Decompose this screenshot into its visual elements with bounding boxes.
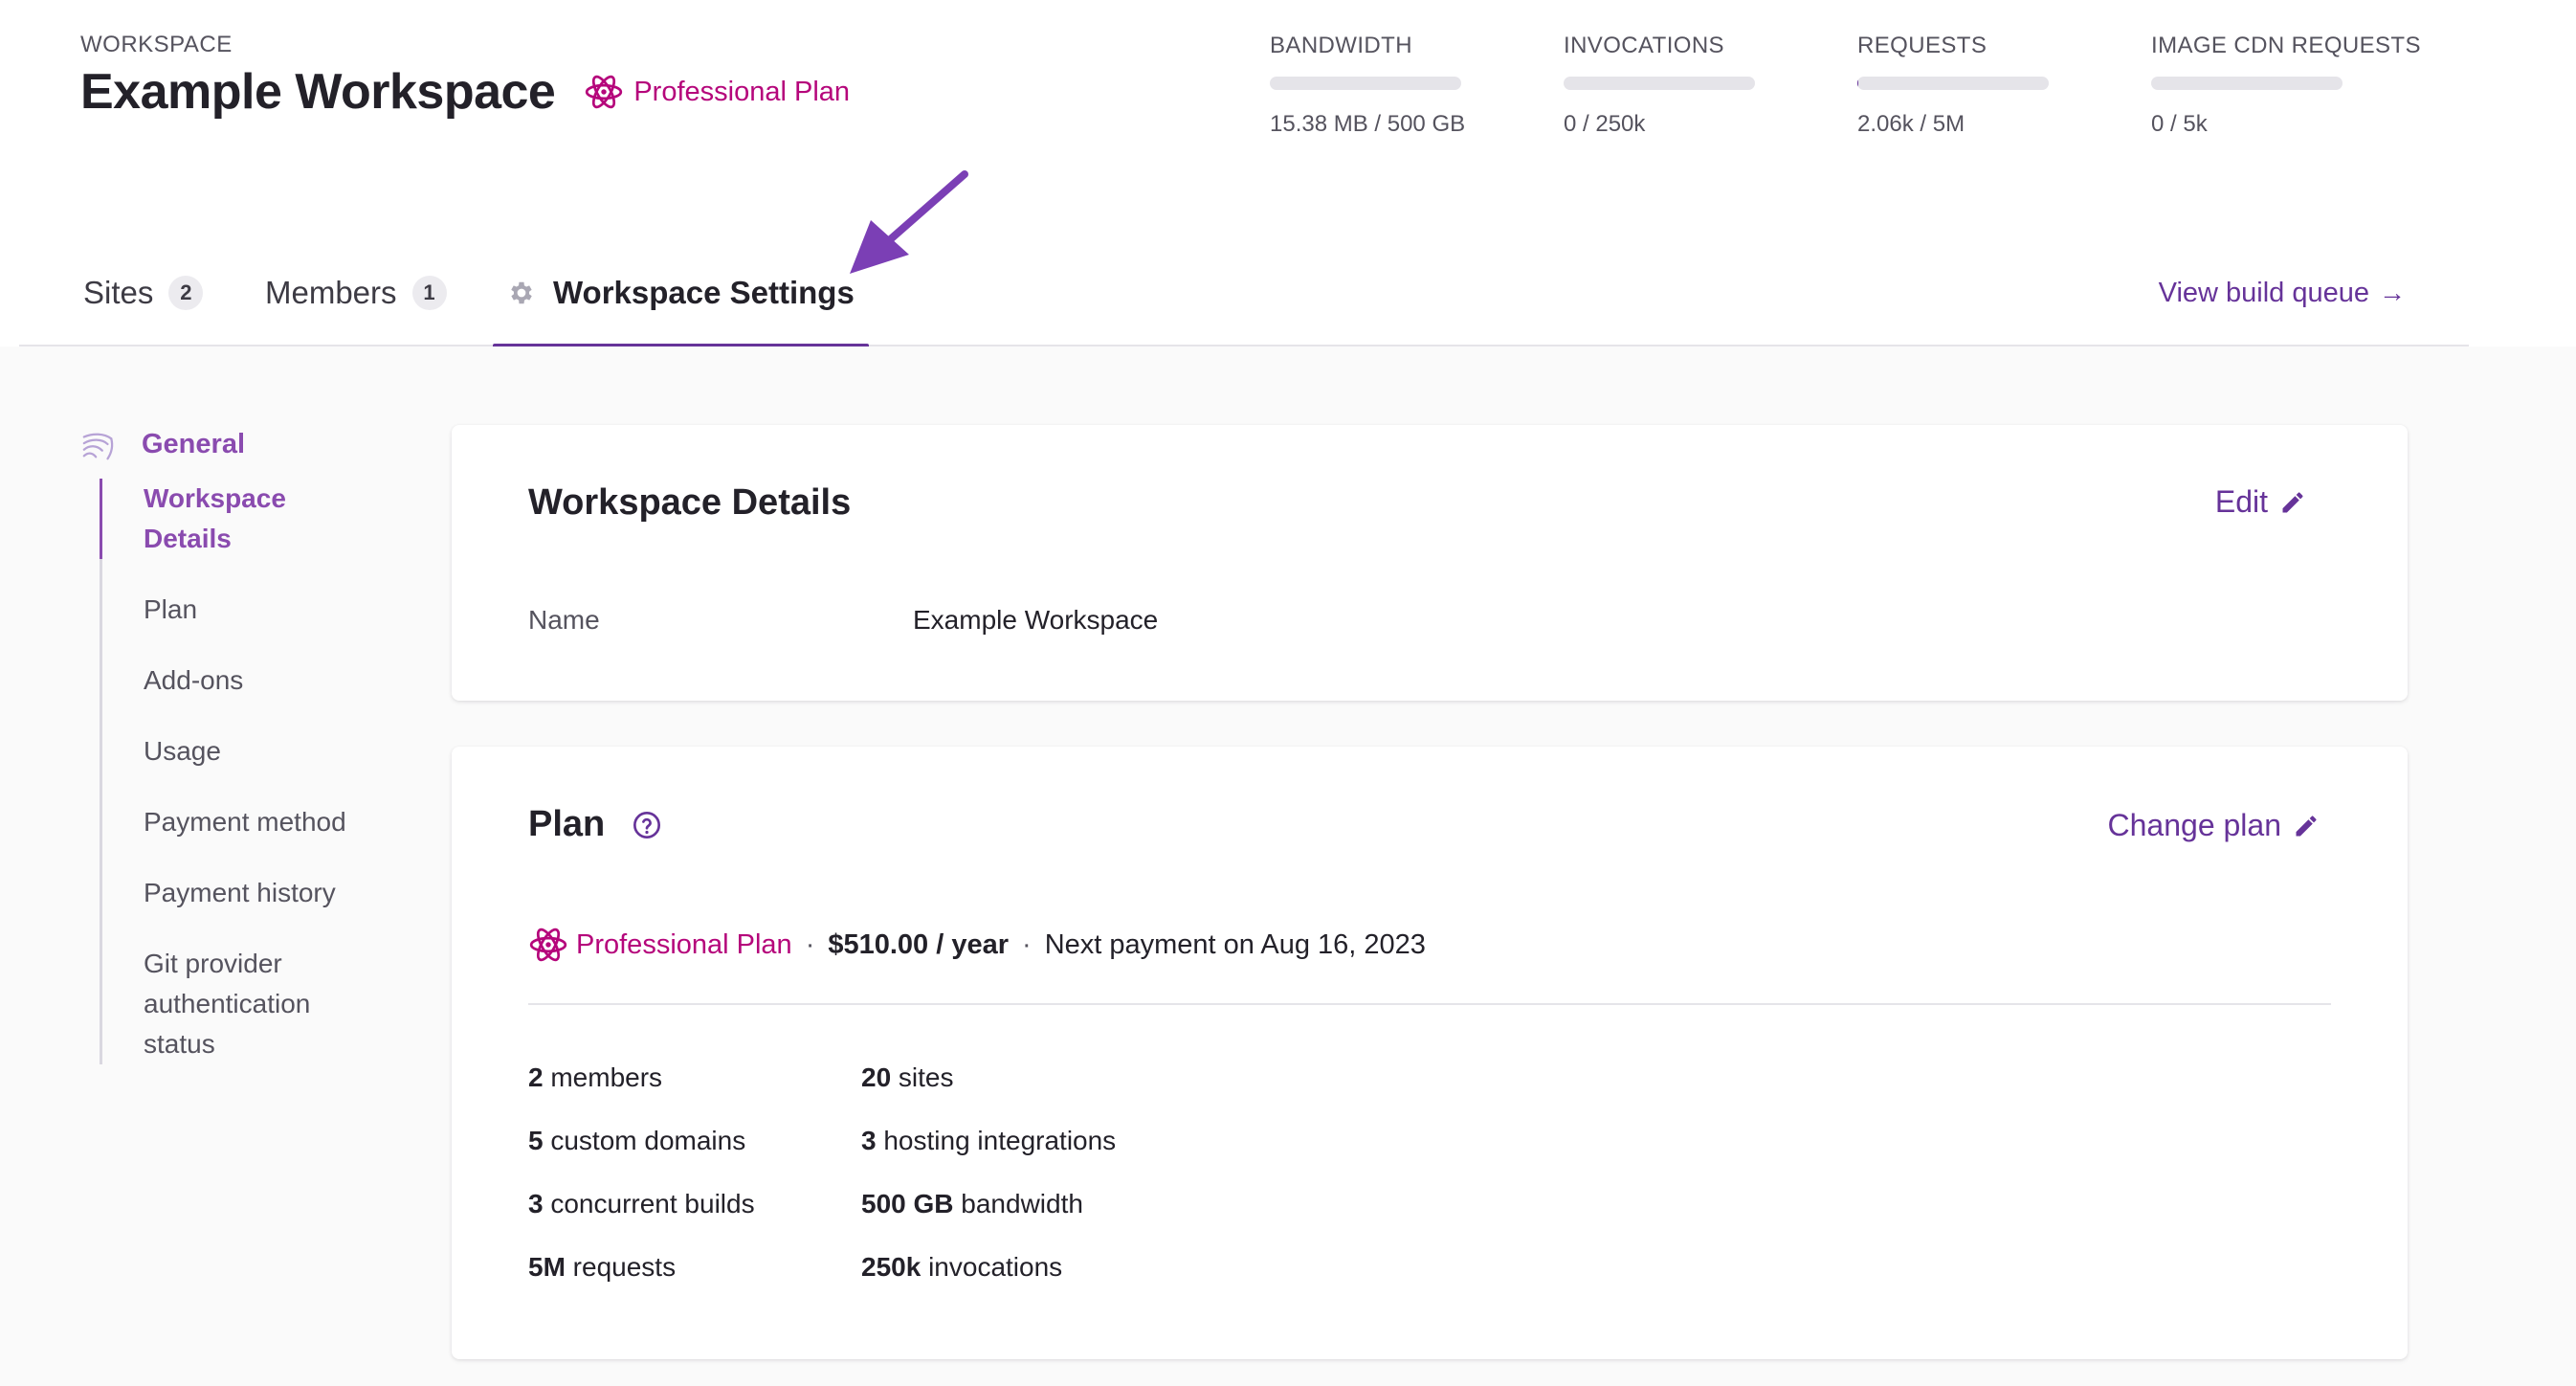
tab-bar: Sites 2 Members 1 Workspace Settings Vie… [19, 239, 2469, 348]
tab-members[interactable]: Members 1 [265, 239, 447, 346]
usage-value: 15.38 MB / 500 GB [1270, 111, 1466, 137]
pencil-icon [2282, 491, 2303, 512]
next-payment: Next payment on Aug 16, 2023 [1044, 928, 1426, 960]
plan-feature-invocations: 250k invocations [861, 1252, 1062, 1283]
plan-badge-label: Professional Plan [633, 76, 851, 107]
feature-text: concurrent builds [543, 1189, 755, 1218]
arrow-right-icon: → [2379, 278, 2406, 307]
name-field-value: Example Workspace [913, 605, 1159, 635]
usage-bar [1857, 77, 2049, 90]
tab-label: Members [265, 275, 397, 310]
card-title-text: Plan [528, 804, 606, 844]
feature-number: 3 [861, 1126, 877, 1155]
sidenav-list: Workspace Details Plan Add-ons Usage Pay… [100, 479, 406, 1064]
separator-dot: · [1022, 928, 1032, 960]
workspace-details-card: Workspace Details Edit Name Example Work… [452, 425, 2408, 701]
change-plan-label: Change plan [2107, 808, 2281, 842]
plan-feature-members: 2 members [528, 1062, 662, 1093]
view-build-queue-link[interactable]: View build queue → [2159, 239, 2406, 346]
tab-workspace-settings[interactable]: Workspace Settings [493, 239, 869, 348]
sidenav-section-general[interactable]: General [80, 423, 406, 465]
sidenav-section-label: General [142, 428, 245, 459]
sidenav-item-payment-method[interactable]: Payment method [102, 802, 406, 842]
feature-text: sites [891, 1062, 954, 1092]
tab-count-badge: 1 [411, 276, 447, 310]
sidenav-item-add-ons[interactable]: Add-ons [102, 660, 406, 701]
feature-number: 5 [528, 1126, 544, 1155]
feature-text: requests [565, 1252, 677, 1282]
name-field-label: Name [528, 605, 600, 635]
usage-value: 2.06k / 5M [1857, 111, 1965, 137]
plan-feature-concurrent-builds: 3 concurrent builds [528, 1189, 755, 1219]
plan-feature-custom-domains: 5 custom domains [528, 1126, 745, 1156]
usage-label: INVOCATIONS [1564, 33, 1724, 58]
tab-label: Sites [83, 275, 154, 310]
change-plan-button[interactable]: Change plan [2108, 808, 2320, 843]
workspace-title: Example Workspace [80, 64, 556, 120]
usage-image-cdn-requests: IMAGE CDN REQUESTS 0 / 5k [2151, 33, 2421, 138]
plan-card-title: Plan [528, 804, 662, 845]
usage-invocations: INVOCATIONS 0 / 250k [1564, 33, 1755, 138]
workspace-title-row: Example Workspace Professional Plan [80, 63, 850, 121]
feature-number: 2 [528, 1062, 544, 1092]
usage-bandwidth: BANDWIDTH 15.38 MB / 500 GB [1270, 33, 1465, 138]
settings-content: General Workspace Details Plan Add-ons U… [0, 346, 2576, 1386]
edit-label: Edit [2214, 484, 2268, 519]
card-title-text: Workspace Details [528, 482, 852, 523]
edit-button[interactable]: Edit [2215, 484, 2306, 520]
feature-text: hosting integrations [876, 1126, 1117, 1155]
feature-number: 250k [861, 1252, 922, 1282]
usage-label: BANDWIDTH [1270, 33, 1412, 58]
usage-value: 0 / 250k [1564, 111, 1646, 137]
sidenav-item-plan[interactable]: Plan [102, 590, 406, 630]
usage-label: REQUESTS [1857, 33, 1988, 58]
usage-label: IMAGE CDN REQUESTS [2151, 33, 2421, 58]
usage-bar [1270, 77, 1461, 90]
plan-feature-hosting-integrations: 3 hosting integrations [861, 1126, 1116, 1156]
plan-badge: Professional Plan [584, 72, 850, 112]
atom-icon [586, 75, 623, 109]
sidenav-item-git-provider-auth-status[interactable]: Git provider authentication status [102, 944, 332, 1064]
plan-feature-requests: 5M requests [528, 1252, 676, 1283]
settings-sidenav: General Workspace Details Plan Add-ons U… [80, 423, 406, 1064]
sidenav-item-usage[interactable]: Usage [102, 731, 406, 771]
usage-requests: REQUESTS 2.06k / 5M [1857, 33, 2049, 138]
view-build-queue-label: View build queue [2158, 277, 2369, 308]
general-swirl-icon [82, 433, 114, 460]
usage-bar [2151, 77, 2343, 90]
tab-count-badge: 2 [168, 276, 204, 310]
workspace-details-title: Workspace Details [528, 482, 851, 524]
feature-text: custom domains [543, 1126, 746, 1155]
feature-number: 3 [528, 1189, 544, 1218]
sidenav-item-workspace-details[interactable]: Workspace Details [100, 479, 329, 559]
feature-number: 500 GB [861, 1189, 954, 1218]
plan-card: Plan Change plan Professional Plan · $51… [452, 747, 2408, 1359]
page: WORKSPACE Example Workspace Professional… [0, 0, 2576, 1386]
plan-feature-bandwidth: 500 GB bandwidth [861, 1189, 1083, 1219]
usage-value: 0 / 5k [2151, 111, 2208, 137]
sidenav-item-payment-history[interactable]: Payment history [102, 873, 406, 913]
workspace-header: WORKSPACE Example Workspace Professional… [0, 0, 2576, 348]
feature-number: 20 [861, 1062, 892, 1092]
tab-sites[interactable]: Sites 2 [83, 239, 204, 346]
plan-summary: Professional Plan · $510.00 / year · Nex… [528, 925, 1426, 965]
feature-text: invocations [921, 1252, 1063, 1282]
workspace-kicker: WORKSPACE [80, 32, 233, 57]
plan-divider [528, 1003, 2331, 1005]
plan-price: $510.00 / year [828, 928, 1010, 960]
feature-text: bandwidth [953, 1189, 1083, 1218]
atom-icon [529, 928, 567, 962]
gear-icon [511, 281, 532, 304]
pencil-icon [2296, 815, 2317, 836]
feature-text: members [543, 1062, 663, 1092]
plan-feature-sites: 20 sites [861, 1062, 954, 1093]
tab-label: Workspace Settings [553, 275, 855, 310]
plan-name: Professional Plan [576, 928, 792, 960]
usage-bar [1564, 77, 1755, 90]
separator-dot: · [805, 928, 815, 960]
help-circle-icon[interactable] [632, 810, 662, 840]
feature-number: 5M [528, 1252, 566, 1282]
